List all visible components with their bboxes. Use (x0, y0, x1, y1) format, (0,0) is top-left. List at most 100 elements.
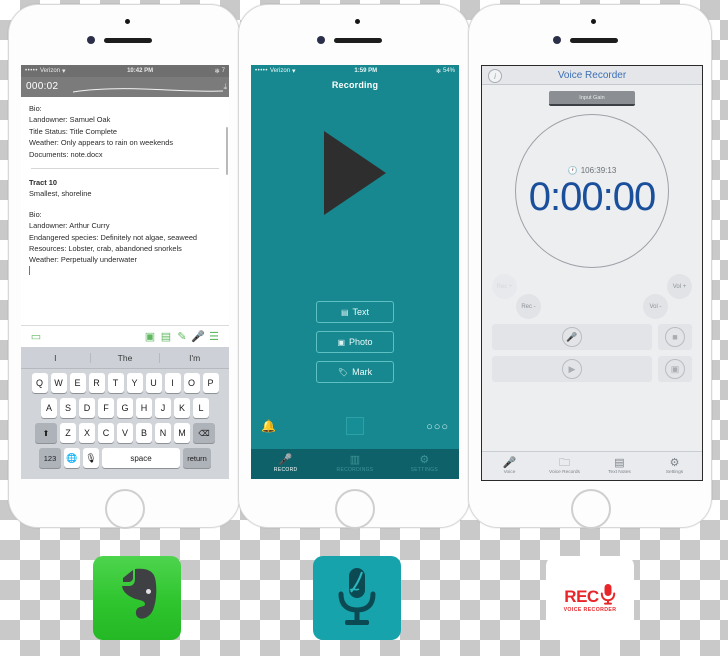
audio-player-bar[interactable]: 000:02 ⤓ (21, 77, 229, 97)
shift-key[interactable]: ⬆ (35, 423, 57, 443)
play-triangle-icon[interactable] (324, 131, 386, 215)
key-h[interactable]: H (136, 398, 152, 418)
numbers-key[interactable]: 123 (39, 448, 61, 468)
home-button[interactable] (571, 489, 611, 529)
input-gain-button[interactable]: Input Gain (549, 91, 635, 106)
key-x[interactable]: X (79, 423, 95, 443)
prediction-1[interactable]: I (21, 353, 90, 363)
tab-voice-records[interactable]: 🗀 Voice Records (537, 452, 592, 480)
key-g[interactable]: G (117, 398, 133, 418)
note-line: Title Status: Title Complete (29, 126, 118, 136)
key-f[interactable]: F (98, 398, 114, 418)
vol-plus-button[interactable]: Vol + (667, 274, 692, 299)
record-button[interactable]: 🎤 (492, 324, 652, 350)
return-key[interactable]: return (183, 448, 211, 468)
note-line: Weather: Only appears to rain on weekend… (29, 138, 174, 148)
tab-record[interactable]: 🎤 RECORD (251, 449, 320, 479)
key-v[interactable]: V (117, 423, 133, 443)
mark-button[interactable]: 🏷 Mark (316, 361, 394, 383)
phone3-tab-bar: 🎤 Voice 🗀 Voice Records ▤ Text Notes ⚙ S… (482, 451, 702, 480)
remaining-time-label: 106:39:13 (580, 165, 617, 175)
home-button[interactable] (105, 489, 145, 529)
keyboard-row-1: Q W E R T Y U I O P (23, 373, 227, 393)
tab-recordings[interactable]: ▥ RECORDINGS (320, 449, 389, 479)
backspace-key[interactable]: ⌫ (193, 423, 215, 443)
tab-voice-records-label: Voice Records (549, 469, 580, 475)
prediction-3[interactable]: I'm (159, 352, 229, 363)
save-icon: ▣ (665, 359, 685, 379)
prediction-2[interactable]: The (89, 352, 160, 363)
key-s[interactable]: S (60, 398, 76, 418)
key-y[interactable]: Y (126, 373, 143, 393)
key-d[interactable]: D (79, 398, 95, 418)
text-button[interactable]: ▤ Text (316, 301, 394, 323)
key-e[interactable]: E (69, 373, 86, 393)
rec-plus-button[interactable]: Rec + (492, 274, 517, 299)
key-j[interactable]: J (155, 398, 171, 418)
key-z[interactable]: Z (60, 423, 76, 443)
evernote-app-icon[interactable] (93, 556, 181, 640)
rec-minus-button[interactable]: Rec - (516, 294, 541, 319)
recording-controls-row: 🔔 ○○○ (251, 409, 459, 443)
microphone-icon[interactable]: 🎤 (190, 330, 206, 343)
bluetooth-icon: ✻ (435, 68, 441, 75)
key-p[interactable]: P (202, 373, 219, 393)
microphone-icon: 🎤 (502, 456, 517, 469)
photo-button[interactable]: ▣ Photo (316, 331, 394, 353)
key-k[interactable]: K (174, 398, 190, 418)
key-n[interactable]: N (155, 423, 171, 443)
teal-recorder-app-icon[interactable] (313, 556, 401, 640)
record-control-row: 🎤 ■ (482, 324, 702, 356)
key-m[interactable]: M (174, 423, 190, 443)
save-button[interactable]: ▣ (658, 356, 692, 382)
vol-minus-button[interactable]: Vol - (643, 294, 668, 319)
microphone-icon: 🎤 (278, 454, 293, 466)
key-t[interactable]: T (107, 373, 124, 393)
tab-voice[interactable]: 🎤 Voice (482, 452, 537, 480)
audio-waveform[interactable] (73, 87, 223, 93)
signal-dots-icon: ••••• (25, 68, 39, 74)
key-a[interactable]: A (41, 398, 57, 418)
tab-text-notes[interactable]: ▤ Text Notes (592, 452, 647, 480)
tab-settings[interactable]: ⚙ SETTINGS (390, 449, 459, 479)
key-l[interactable]: L (193, 398, 209, 418)
bluetooth-icon: ✻ (214, 68, 220, 75)
space-key[interactable]: space (102, 448, 180, 468)
camera-icon[interactable]: ▣ (142, 330, 158, 343)
carrier-label: Verizon (40, 68, 61, 74)
play-button[interactable]: ▶ (492, 356, 652, 382)
battery-label: 7 (221, 68, 225, 74)
pen-icon[interactable]: ✎ (174, 330, 190, 343)
scrollbar[interactable] (226, 127, 228, 175)
rec-voice-recorder-app-icon[interactable]: REC VOICE RECORDER (546, 556, 634, 640)
gear-icon: ⚙ (669, 456, 680, 469)
download-icon[interactable]: ⤓ (223, 82, 227, 92)
key-u[interactable]: U (145, 373, 162, 393)
key-c[interactable]: C (98, 423, 114, 443)
tab-text-notes-label: Text Notes (608, 469, 631, 475)
rec-sublabel: VOICE RECORDER (563, 607, 617, 613)
text-button-label: Text (352, 307, 370, 317)
key-w[interactable]: W (50, 373, 67, 393)
stop-square-icon[interactable] (346, 417, 364, 435)
chat-icon[interactable]: ▭ (28, 330, 44, 343)
attachment-icon[interactable]: ▤ (158, 330, 174, 343)
dictation-microphone-icon[interactable]: 🎙 (83, 448, 99, 468)
key-o[interactable]: O (183, 373, 200, 393)
bell-icon[interactable]: 🔔 (261, 419, 276, 433)
globe-icon[interactable]: 🌐 (64, 448, 80, 468)
info-icon[interactable]: i (488, 69, 502, 83)
checklist-icon[interactable]: ☰ (206, 330, 222, 343)
key-r[interactable]: R (88, 373, 105, 393)
gear-icon: ⚙ (419, 454, 430, 466)
front-camera-icon (317, 36, 325, 44)
voice-recorder-phone-frame: i Voice Recorder Input Gain 🕐 106:39:13 … (468, 4, 712, 529)
note-line: Landowner: Samuel Oak (29, 115, 111, 125)
tab-settings[interactable]: ⚙ Settings (647, 452, 702, 480)
stop-button[interactable]: ■ (658, 324, 692, 350)
key-b[interactable]: B (136, 423, 152, 443)
note-body[interactable]: Bio: Landowner: Samuel Oak Title Status:… (21, 97, 229, 277)
home-button[interactable] (335, 489, 375, 529)
key-i[interactable]: I (164, 373, 181, 393)
key-q[interactable]: Q (31, 373, 48, 393)
